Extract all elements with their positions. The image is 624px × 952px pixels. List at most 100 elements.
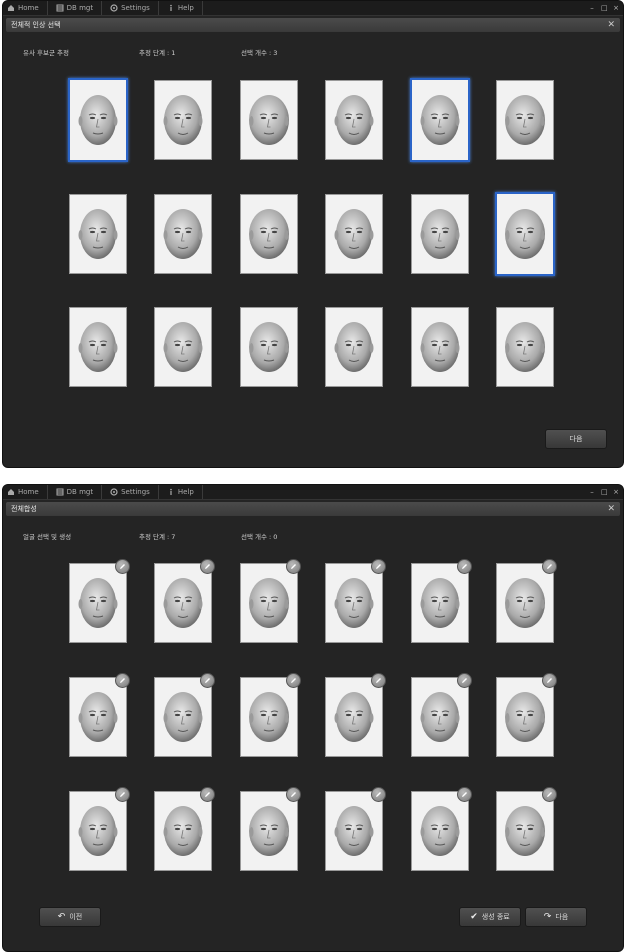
next-button[interactable]: ↷ 다음 xyxy=(525,907,587,927)
face-card[interactable] xyxy=(240,673,301,757)
dialog-title: 전체합성 xyxy=(11,505,37,513)
face-image xyxy=(78,95,118,145)
face-card[interactable] xyxy=(325,307,383,387)
window-composition: Home DB mgt Settings Help – □ × 전체합성 ✕ 얼… xyxy=(2,484,624,952)
face-card[interactable] xyxy=(496,787,557,871)
face-card[interactable] xyxy=(154,673,215,757)
maximize-button[interactable]: □ xyxy=(601,5,608,12)
face-card[interactable] xyxy=(69,307,127,387)
face-card[interactable] xyxy=(325,194,383,274)
edit-pencil-icon[interactable] xyxy=(457,559,472,574)
dialog-titlebar: 전체합성 ✕ xyxy=(6,502,620,516)
dialog-close-icon[interactable]: ✕ xyxy=(607,502,615,516)
face-card[interactable] xyxy=(496,307,554,387)
close-button[interactable]: × xyxy=(613,5,619,12)
face-card[interactable] xyxy=(240,559,301,643)
face-image xyxy=(163,322,203,372)
home-icon xyxy=(8,5,14,11)
face-card[interactable] xyxy=(68,78,128,162)
edit-pencil-icon[interactable] xyxy=(115,673,130,688)
face-card[interactable] xyxy=(240,787,301,871)
window-overall-impression: Home DB mgt Settings Help – □ × 전체적 인상 선… xyxy=(2,0,624,468)
face-image xyxy=(420,806,460,856)
face-image xyxy=(163,692,203,742)
edit-pencil-icon[interactable] xyxy=(542,673,557,688)
face-card[interactable] xyxy=(240,307,298,387)
menu-help[interactable]: Help xyxy=(159,485,203,499)
face-card[interactable] xyxy=(154,787,215,871)
edit-pencil-icon[interactable] xyxy=(542,787,557,802)
menu-home-label: Home xyxy=(18,488,39,496)
checkmark-icon: ✔ xyxy=(470,912,478,922)
minimize-button[interactable]: – xyxy=(589,489,595,496)
undo-arrow-icon: ↶ xyxy=(57,912,66,922)
dialog-titlebar: 전체적 인상 선택 ✕ xyxy=(6,18,620,32)
face-card[interactable] xyxy=(154,559,215,643)
menu-settings[interactable]: Settings xyxy=(102,485,159,499)
edit-pencil-icon[interactable] xyxy=(115,787,130,802)
next-button-label: 다음 xyxy=(569,435,583,443)
status-line: 얼굴 선택 및 생성 추정 단계 : 7 선택 개수 : 0 xyxy=(23,531,277,541)
dialog-close-icon[interactable]: ✕ xyxy=(607,18,615,32)
edit-pencil-icon[interactable] xyxy=(371,673,386,688)
edit-pencil-icon[interactable] xyxy=(542,559,557,574)
edit-pencil-icon[interactable] xyxy=(115,559,130,574)
edit-pencil-icon[interactable] xyxy=(200,787,215,802)
face-card[interactable] xyxy=(240,194,298,274)
menu-help-label: Help xyxy=(177,4,194,12)
edit-pencil-icon[interactable] xyxy=(200,673,215,688)
face-card[interactable] xyxy=(411,307,469,387)
menu-home[interactable]: Home xyxy=(3,1,48,15)
face-card[interactable] xyxy=(154,307,212,387)
status-count: 선택 개수 : 3 xyxy=(241,49,278,57)
face-image xyxy=(505,209,545,259)
face-card[interactable] xyxy=(154,194,212,274)
face-card[interactable] xyxy=(69,673,130,757)
edit-pencil-icon[interactable] xyxy=(371,787,386,802)
face-card[interactable] xyxy=(69,194,127,274)
finish-generation-button[interactable]: ✔ 생성 종료 xyxy=(459,907,521,927)
face-card[interactable] xyxy=(495,192,555,276)
minimize-button[interactable]: – xyxy=(589,5,595,12)
face-image xyxy=(163,95,203,145)
face-card[interactable] xyxy=(325,787,386,871)
next-button[interactable]: 다음 xyxy=(545,429,607,449)
menu-db-mgt[interactable]: DB mgt xyxy=(48,485,103,499)
edit-pencil-icon[interactable] xyxy=(200,559,215,574)
face-card[interactable] xyxy=(69,787,130,871)
face-card[interactable] xyxy=(410,78,470,162)
face-card[interactable] xyxy=(411,559,472,643)
face-card[interactable] xyxy=(240,80,298,160)
edit-pencil-icon[interactable] xyxy=(286,787,301,802)
next-button-label: 다음 xyxy=(555,913,569,921)
face-card[interactable] xyxy=(496,559,557,643)
face-card[interactable] xyxy=(69,559,130,643)
menu-home[interactable]: Home xyxy=(3,485,48,499)
edit-pencil-icon[interactable] xyxy=(286,673,301,688)
close-button[interactable]: × xyxy=(613,489,619,496)
face-card[interactable] xyxy=(325,559,386,643)
face-card[interactable] xyxy=(411,787,472,871)
previous-button[interactable]: ↶ 이전 xyxy=(39,907,101,927)
edit-pencil-icon[interactable] xyxy=(457,673,472,688)
face-image xyxy=(78,806,118,856)
face-card[interactable] xyxy=(325,673,386,757)
face-image xyxy=(78,692,118,742)
face-image xyxy=(163,578,203,628)
face-card[interactable] xyxy=(411,673,472,757)
menu-settings[interactable]: Settings xyxy=(102,1,159,15)
menu-help[interactable]: Help xyxy=(159,1,203,15)
face-card[interactable] xyxy=(325,80,383,160)
face-image xyxy=(420,692,460,742)
face-card[interactable] xyxy=(496,673,557,757)
edit-pencil-icon[interactable] xyxy=(286,559,301,574)
face-card[interactable] xyxy=(496,80,554,160)
menu-db-mgt[interactable]: DB mgt xyxy=(48,1,103,15)
face-card[interactable] xyxy=(154,80,212,160)
edit-pencil-icon[interactable] xyxy=(371,559,386,574)
edit-pencil-icon[interactable] xyxy=(457,787,472,802)
face-card[interactable] xyxy=(411,194,469,274)
face-image xyxy=(249,806,289,856)
face-image xyxy=(249,95,289,145)
maximize-button[interactable]: □ xyxy=(601,489,608,496)
